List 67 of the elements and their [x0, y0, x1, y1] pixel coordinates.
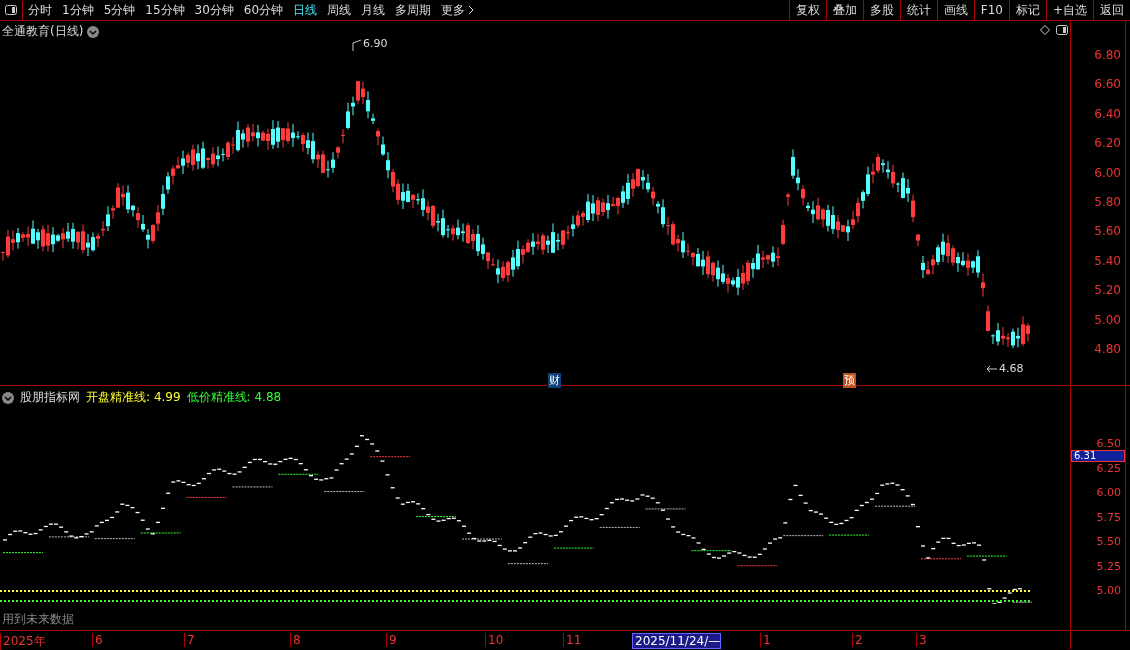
period-tab[interactable]: 60分钟	[238, 0, 289, 20]
toolbar-button[interactable]: 标记	[1008, 0, 1046, 20]
chevron-icon	[468, 5, 475, 15]
diamond-icon[interactable]	[1040, 25, 1050, 35]
time-label: 2	[852, 633, 863, 647]
dropdown-icon[interactable]	[87, 25, 100, 38]
toolbar-button[interactable]: 返回	[1093, 0, 1130, 20]
warning-text: 用到未来数据	[2, 611, 74, 628]
time-label: 8	[290, 633, 301, 647]
axis-label: 5.50	[1096, 534, 1121, 548]
axis-label: 5.40	[1094, 253, 1121, 268]
axis-label: 6.00	[1096, 485, 1121, 499]
period-tab[interactable]: 周线	[322, 0, 357, 20]
time-label: 2025年	[0, 633, 46, 650]
axis-label: 5.60	[1094, 224, 1121, 239]
toolbar-button[interactable]: 画线	[936, 0, 974, 20]
axis-label: 5.00	[1094, 312, 1121, 327]
leader-line	[352, 39, 362, 51]
toolbar-button[interactable]: 复权	[788, 0, 826, 20]
period-tab[interactable]: 月线	[356, 0, 391, 20]
toolbar-button[interactable]: +自选	[1045, 0, 1093, 20]
time-label: 1	[760, 633, 771, 647]
time-label: 11	[563, 633, 582, 647]
period-tab[interactable]: 15分钟	[140, 0, 190, 20]
indicator-name: 股朋指标网	[20, 389, 80, 406]
axis-label: 6.00	[1094, 165, 1121, 180]
period-tab[interactable]: 分时	[23, 0, 57, 20]
panel-toggle-icon[interactable]	[1056, 25, 1068, 35]
time-label: 10	[485, 633, 504, 647]
period-tab[interactable]: 日线	[288, 0, 323, 20]
dropdown-icon[interactable]	[2, 391, 14, 404]
axis-label: 6.25	[1096, 461, 1121, 474]
axis-label: 6.50	[1096, 436, 1121, 450]
time-label: 7	[184, 633, 195, 647]
high-price-label: 6.90	[363, 37, 388, 50]
current-value-label: 6.31	[1071, 449, 1125, 462]
period-tab[interactable]: 1分钟	[57, 0, 99, 20]
axis-label: 6.60	[1094, 77, 1121, 92]
period-tab[interactable]: 5分钟	[98, 0, 141, 20]
more-button[interactable]: 更多	[436, 0, 480, 20]
axis-label: 5.75	[1096, 510, 1121, 523]
time-label: 3	[916, 633, 927, 647]
toolbar-button[interactable]: 叠加	[825, 0, 863, 20]
axis-label: 4.80	[1094, 342, 1121, 356]
axis-label: 6.20	[1094, 136, 1121, 151]
leader-line	[986, 365, 998, 373]
axis-label: 5.25	[1096, 559, 1121, 572]
toolbar-button[interactable]: F10	[973, 0, 1009, 20]
indicator-reading: 低价精准线: 4.88	[186, 389, 282, 406]
event-marker[interactable]: 预	[843, 373, 856, 388]
toolbar-button[interactable]: 统计	[899, 0, 937, 20]
panel-toggle-icon[interactable]	[5, 5, 17, 15]
chart-title: 全通教育(日线)	[2, 23, 84, 40]
toolbar-button[interactable]: 多股	[862, 0, 900, 20]
period-tab[interactable]: 多周期	[390, 0, 437, 20]
time-label: 9	[386, 633, 397, 647]
axis-label: 5.80	[1094, 195, 1121, 209]
axis-label: 5.00	[1096, 583, 1121, 597]
axis-label: 6.80	[1094, 48, 1121, 62]
axis-label: 6.40	[1094, 106, 1121, 121]
time-label: 6	[92, 633, 103, 647]
period-tab[interactable]: 30分钟	[189, 0, 239, 20]
time-label: 2025/11/24/—	[632, 633, 722, 649]
event-marker[interactable]: 财	[548, 373, 561, 388]
axis-label: 5.20	[1094, 283, 1121, 298]
indicator-reading: 开盘精准线: 4.99	[86, 389, 181, 406]
low-price-label: 4.68	[999, 362, 1024, 375]
